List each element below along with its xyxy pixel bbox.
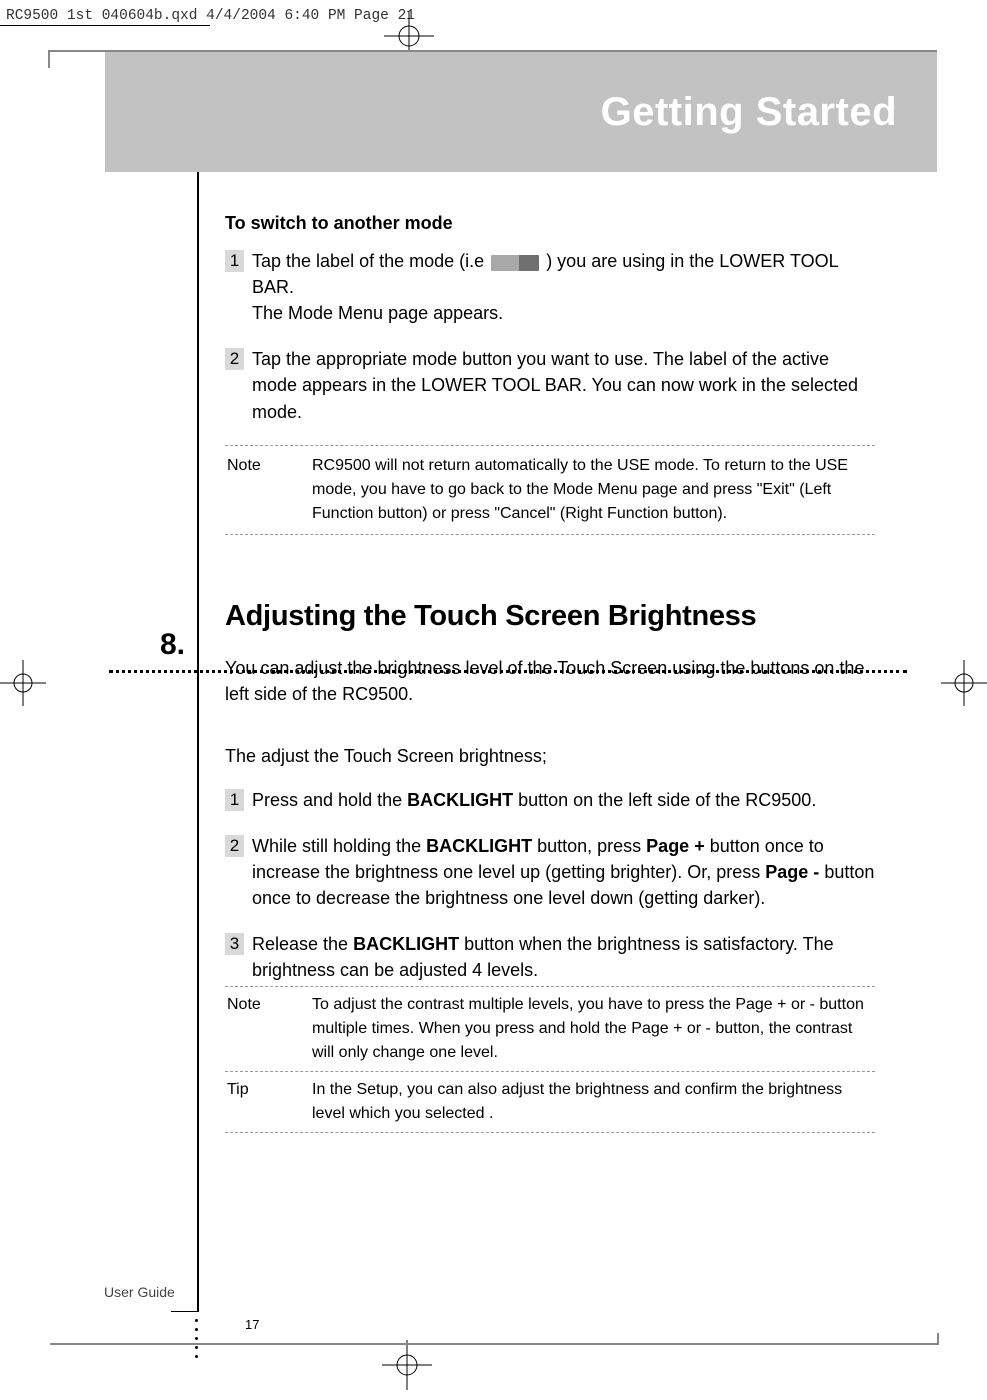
tip-brightness: Tip In the Setup, you can also adjust th… (225, 1072, 875, 1133)
keyword-page-plus: Page + (646, 836, 705, 856)
step-2-brightness: 2 While still holding the BACKLIGHT butt… (225, 833, 875, 911)
header-underline (0, 25, 210, 26)
subhead-switch-mode: To switch to another mode (225, 210, 875, 236)
page-body: To switch to another mode 1 Tap the labe… (225, 200, 875, 1133)
section-number: 8. (160, 628, 185, 662)
step-number: 1 (225, 250, 244, 272)
section-heading: Adjusting the Touch Screen Brightness (225, 595, 875, 637)
section-intro: You can adjust the brightness level of t… (225, 655, 875, 707)
step-text: button on the left side of the RC9500. (513, 790, 816, 810)
chapter-title: Getting Started (601, 90, 897, 135)
reg-mark-left-icon (0, 660, 46, 706)
sidebar-label: User Guide (104, 1284, 175, 1300)
reg-mark-right-icon (941, 660, 987, 706)
title-band-light (50, 52, 105, 172)
keyword-page-minus: Page - (765, 862, 819, 882)
step-text: While still holding the (252, 836, 426, 856)
step-2-switch: 2 Tap the appropriate mode button you wa… (225, 346, 875, 424)
step-number: 2 (225, 348, 244, 370)
trim-bottom (50, 1343, 937, 1345)
note-brightness: Note To adjust the contrast multiple lev… (225, 986, 875, 1072)
note-body: RC9500 will not return automatically to … (312, 454, 873, 526)
margin-rule-tick (171, 1311, 197, 1313)
margin-dots (195, 1319, 198, 1358)
tip-label: Tip (227, 1078, 312, 1126)
step-text: Tap the appropriate mode button you want… (252, 346, 875, 424)
step-1-brightness: 1 Press and hold the BACKLIGHT button on… (225, 787, 875, 813)
reg-mark-bottom-icon (382, 1340, 432, 1390)
keyword-backlight: BACKLIGHT (353, 934, 459, 954)
tip-body: In the Setup, you can also adjust the br… (312, 1078, 873, 1126)
step-text: Tap the label of the mode (i.e (252, 251, 484, 271)
step-text: button, press (532, 836, 646, 856)
note-label: Note (227, 454, 312, 526)
section-lead: The adjust the Touch Screen brightness; (225, 743, 875, 769)
trim-tick-br (937, 1333, 939, 1345)
page-number: 17 (245, 1317, 259, 1332)
mode-swatch-icon (491, 255, 539, 271)
note-tip-stack: Note To adjust the contrast multiple lev… (225, 986, 875, 1133)
file-stamp: RC9500 1st 040604b.qxd 4/4/2004 6:40 PM … (6, 8, 415, 24)
step-number: 2 (225, 835, 244, 857)
step-text: Press and hold the (252, 790, 407, 810)
margin-rule (197, 172, 199, 1312)
step-1-switch: 1 Tap the label of the mode (i.e ) you a… (225, 248, 875, 326)
step-3-brightness: 3 Release the BACKLIGHT button when the … (225, 931, 875, 983)
keyword-backlight: BACKLIGHT (426, 836, 532, 856)
note-label: Note (227, 993, 312, 1065)
note-body: To adjust the contrast multiple levels, … (312, 993, 873, 1065)
step-text: The Mode Menu page appears. (252, 303, 503, 323)
step-number: 1 (225, 789, 244, 811)
note-switch-mode: Note RC9500 will not return automaticall… (225, 445, 875, 535)
keyword-backlight: BACKLIGHT (407, 790, 513, 810)
step-text: Release the (252, 934, 353, 954)
step-number: 3 (225, 933, 244, 955)
